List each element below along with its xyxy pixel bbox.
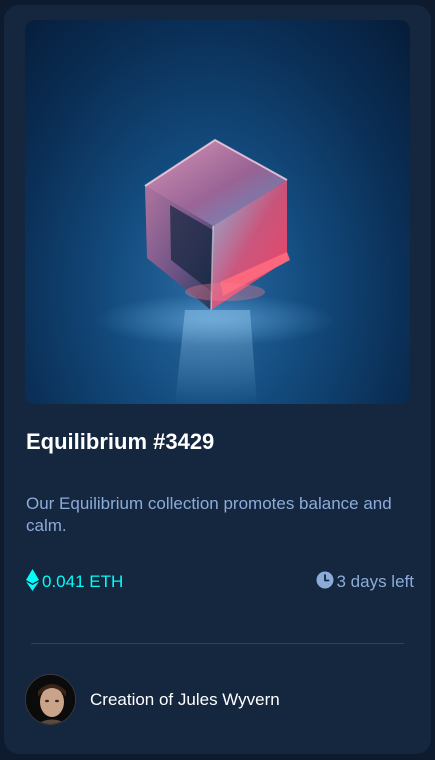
ethereum-icon: [26, 568, 39, 596]
glass-cube-artwork: [95, 138, 335, 404]
time-left-label: 3 days left: [336, 572, 415, 591]
creator: Creation of Jules Wyvern: [25, 674, 280, 725]
clock-icon: [316, 571, 334, 594]
nft-title[interactable]: Equilibrium #3429: [26, 429, 214, 455]
nft-card: Equilibrium #3429 Our Equilibrium collec…: [4, 5, 431, 754]
price: 0.041 ETH: [26, 568, 124, 596]
nft-image[interactable]: [25, 20, 410, 404]
avatar: [25, 674, 76, 725]
time-left: 3 days left: [316, 571, 415, 594]
divider: [31, 643, 404, 644]
creator-name[interactable]: Creation of Jules Wyvern: [90, 690, 280, 710]
nft-description: Our Equilibrium collection promotes bala…: [26, 494, 392, 535]
price-label: 0.041 ETH: [42, 572, 124, 591]
